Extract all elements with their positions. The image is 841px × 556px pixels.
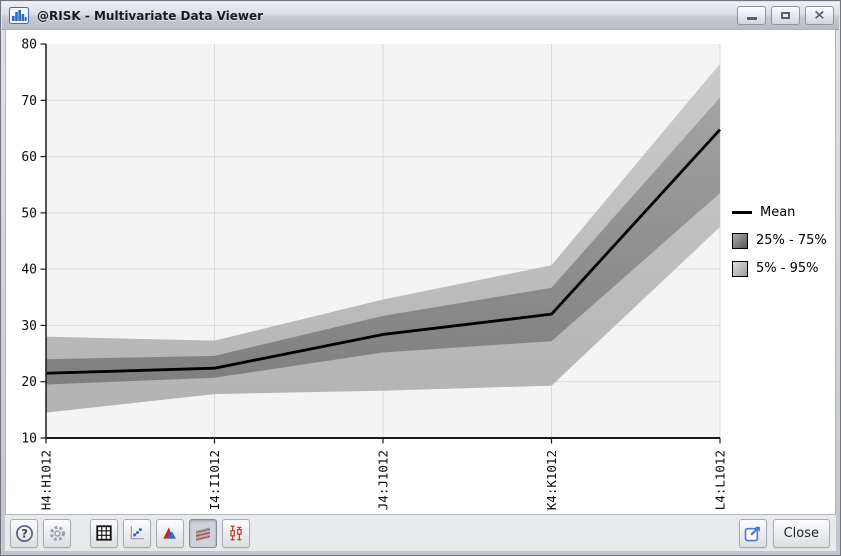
minimize-icon <box>747 17 757 20</box>
box-plot-button[interactable] <box>222 519 250 548</box>
window-title: @RISK - Multivariate Data Viewer <box>37 9 263 23</box>
table-button[interactable] <box>90 519 118 548</box>
export-button[interactable] <box>739 519 767 548</box>
chart-legend: Mean 25% - 75% 5% - 95% <box>732 204 827 277</box>
legend-item-mean: Mean <box>732 204 827 221</box>
box-plot-icon <box>227 524 245 542</box>
minimize-button[interactable] <box>737 6 766 25</box>
legend-item-outer-band: 5% - 95% <box>732 260 827 277</box>
close-icon: × <box>813 9 826 22</box>
app-window: @RISK - Multivariate Data Viewer × 10203… <box>0 0 841 556</box>
gear-button[interactable] <box>43 519 71 548</box>
legend-label: Mean <box>760 205 795 220</box>
legend-item-inner-band: 25% - 75% <box>732 232 827 249</box>
window-controls: × <box>737 6 839 25</box>
scatter-plot-button[interactable] <box>123 519 151 548</box>
help-button[interactable]: ? <box>10 519 38 548</box>
table-icon <box>95 524 113 542</box>
outer-band-swatch <box>732 261 748 277</box>
trend-bands-button[interactable] <box>189 519 217 548</box>
gear-icon <box>48 524 67 543</box>
distribution-button[interactable] <box>156 519 184 548</box>
legend-label: 25% - 75% <box>756 233 827 248</box>
distribution-icon <box>161 524 179 542</box>
mean-line-swatch <box>732 211 752 214</box>
close-window-button[interactable]: × <box>805 6 834 25</box>
inner-band-swatch <box>732 233 748 249</box>
legend-label: 5% - 95% <box>756 261 818 276</box>
trend-bands-icon <box>194 524 212 542</box>
help-icon: ? <box>15 524 34 543</box>
scatter-plot-icon <box>128 524 146 542</box>
svg-text:?: ? <box>21 527 28 540</box>
title-bar[interactable]: @RISK - Multivariate Data Viewer × <box>2 2 839 30</box>
maximize-icon <box>781 12 790 19</box>
close-button[interactable]: Close <box>773 519 830 548</box>
maximize-button[interactable] <box>771 6 800 25</box>
export-icon <box>743 523 763 543</box>
bottom-toolbar: ? Close <box>5 514 836 551</box>
app-logo-icon <box>9 7 29 24</box>
chart-client-area <box>5 29 836 551</box>
